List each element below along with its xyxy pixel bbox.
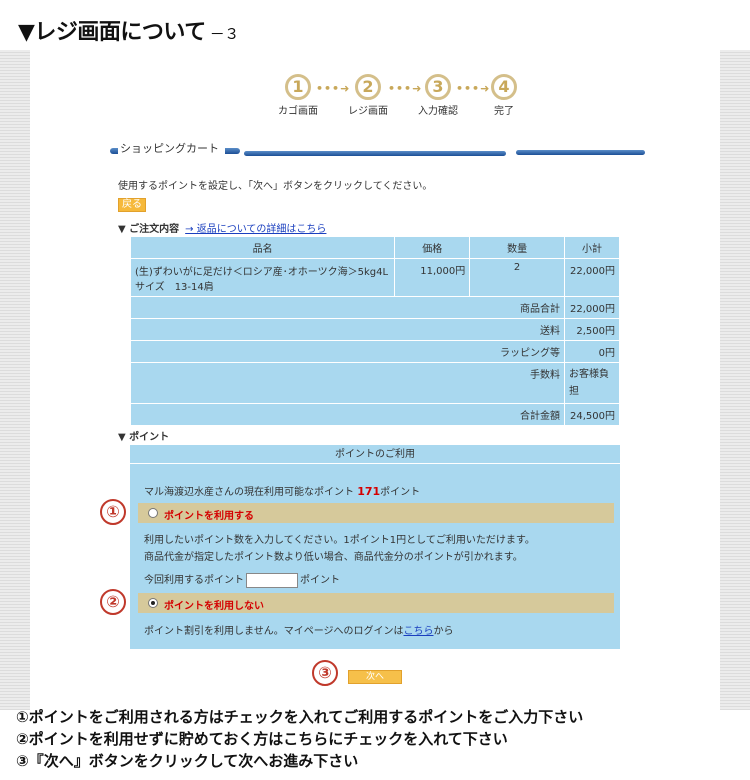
use-points-label: ポイントを利用する — [164, 511, 254, 522]
step-4-label: 完了 — [494, 106, 514, 117]
order-heading-text: ▼ ご注文内容 — [118, 224, 180, 235]
summary-value: 24,500円 — [564, 403, 620, 426]
page-title: ▼レジ画面について －３ — [18, 14, 239, 46]
instruction-text: 使用するポイントを設定し、「次へ」ボタンをクリックしてください。 — [118, 181, 433, 192]
col-header-qty: 数量 — [469, 236, 565, 259]
summary-row: 商品合計 22,000円 — [130, 296, 620, 319]
note-1: ①ポイントをご利用される方はチェックを入れてご利用するポイントをご入力下さい — [16, 708, 584, 726]
points-input-label: 今回利用するポイント — [144, 575, 244, 586]
points-input-row: 今回利用するポイント ポイント — [144, 571, 340, 588]
use-points-radio[interactable] — [148, 508, 158, 518]
cart-header: ショッピングカート — [110, 140, 645, 160]
order-table: 品名 価格 数量 小計 (生)ずわいがに足だけ＜ロシア産･オホーツク海＞5kg4… — [129, 236, 620, 426]
points-heading: ▼ ポイント — [118, 432, 170, 443]
marker-1: ① — [100, 499, 126, 525]
no-points-option[interactable]: ポイントを利用しない — [138, 593, 614, 613]
col-header-subtotal: 小計 — [564, 236, 620, 259]
note-3: ③『次へ』ボタンをクリックして次へお進み下さい — [16, 752, 359, 770]
col-header-name: 品名 — [129, 236, 396, 259]
summary-value: 2,500円 — [564, 318, 620, 341]
points-available-prefix: マル海渡辺水産さんの現在利用可能なポイント — [144, 487, 354, 498]
summary-value: お客様負担 — [564, 362, 620, 404]
mypage-login-link[interactable]: こちら — [404, 626, 434, 637]
step-1-number: 1 — [285, 74, 311, 100]
summary-label: 手数料 — [130, 362, 565, 404]
summary-label: 送料 — [130, 318, 565, 341]
summary-label: 合計金額 — [130, 403, 565, 426]
summary-row: 送料 2,500円 — [130, 318, 620, 341]
summary-label: ラッピング等 — [130, 340, 565, 363]
step-1-label: カゴ画面 — [278, 106, 318, 117]
cart-header-brush — [516, 150, 645, 155]
step-3-label: 入力確認 — [418, 106, 458, 117]
cart-title: ショッピングカート — [118, 140, 225, 156]
screenshot-frame: 1 カゴ画面 •••➜ 2 レジ画面 •••➜ 3 入力確認 •••➜ 4 完了 — [0, 50, 750, 710]
summary-row: 手数料 お客様負担 — [130, 362, 620, 404]
step-2-number: 2 — [355, 74, 381, 100]
points-available: マル海渡辺水産さんの現在利用可能なポイント 171ポイント — [144, 483, 420, 498]
item-name-line2: サイズ 13-14肩 — [135, 281, 214, 293]
summary-row: ラッピング等 0円 — [130, 340, 620, 363]
item-name-line1: (生)ずわいがに足だけ＜ロシア産･オホーツク海＞5kg4L — [135, 266, 389, 278]
summary-row: 合計金額 24,500円 — [130, 403, 620, 426]
no-points-desc: ポイント割引を利用しません。マイページへのログインはこちらから — [144, 622, 454, 637]
summary-value: 22,000円 — [564, 296, 620, 319]
use-points-option[interactable]: ポイントを利用する — [138, 503, 614, 523]
item-name: (生)ずわいがに足だけ＜ロシア産･オホーツク海＞5kg4L サイズ 13-14肩 — [129, 258, 396, 297]
next-button[interactable]: 次へ — [348, 670, 402, 684]
points-available-suffix: ポイント — [380, 487, 421, 498]
item-subtotal: 22,000円 — [564, 258, 620, 297]
step-4-number: 4 — [491, 74, 517, 100]
step-2-label: レジ画面 — [348, 106, 388, 117]
summary-value: 0円 — [564, 340, 620, 363]
content-panel: 1 カゴ画面 •••➜ 2 レジ画面 •••➜ 3 入力確認 •••➜ 4 完了 — [30, 50, 720, 710]
step-2: 2 レジ画面 — [338, 74, 398, 117]
cart-header-brush — [244, 151, 506, 156]
points-input-unit: ポイント — [300, 575, 340, 586]
returns-link[interactable]: → 返品についての詳細はこちら — [185, 224, 326, 235]
points-box: ポイントのご利用 マル海渡辺水産さんの現在利用可能なポイント 171ポイント ポ… — [130, 445, 620, 649]
col-header-price: 価格 — [394, 236, 471, 259]
note-2: ②ポイントを利用せずに貯めておく方はこちらにチェックを入れて下さい — [16, 730, 508, 748]
points-input[interactable] — [246, 572, 298, 588]
page-title-num: －３ — [209, 25, 240, 43]
use-points-desc1: 利用したいポイント数を入力してください。1ポイント1円としてご利用いただけます。 — [144, 535, 535, 546]
no-points-label: ポイントを利用しない — [164, 601, 264, 612]
table-header-row: 品名 価格 数量 小計 — [129, 236, 620, 259]
table-row: (生)ずわいがに足だけ＜ロシア産･オホーツク海＞5kg4L サイズ 13-14肩… — [129, 258, 620, 297]
summary-label: 商品合計 — [130, 296, 565, 319]
marker-2: ② — [100, 589, 126, 615]
order-heading: ▼ ご注文内容 → 返品についての詳細はこちら — [118, 220, 326, 235]
step-3-number: 3 — [425, 74, 451, 100]
use-points-desc2: 商品代金が指定したポイント数より低い場合、商品代金分のポイントが引かれます。 — [144, 552, 523, 563]
no-points-desc-post: から — [433, 626, 454, 637]
points-available-value: 171 — [357, 485, 381, 498]
marker-3: ③ — [312, 660, 338, 686]
step-4: 4 完了 — [474, 74, 534, 117]
back-button[interactable]: 戻る — [118, 198, 146, 212]
notes: ①ポイントをご利用される方はチェックを入れてご利用するポイントをご入力下さい ②… — [16, 706, 583, 772]
no-points-radio[interactable] — [148, 598, 158, 608]
step-3: 3 入力確認 — [408, 74, 468, 117]
step-indicator: 1 カゴ画面 •••➜ 2 レジ画面 •••➜ 3 入力確認 •••➜ 4 完了 — [278, 74, 548, 124]
step-1: 1 カゴ画面 — [268, 74, 328, 117]
points-box-title: ポイントのご利用 — [130, 445, 620, 464]
page-title-text: ▼レジ画面について — [18, 20, 206, 45]
item-price: 11,000円 — [394, 258, 471, 297]
no-points-desc-pre: ポイント割引を利用しません。マイページへのログインは — [144, 626, 404, 637]
item-qty: 2 — [469, 258, 565, 297]
